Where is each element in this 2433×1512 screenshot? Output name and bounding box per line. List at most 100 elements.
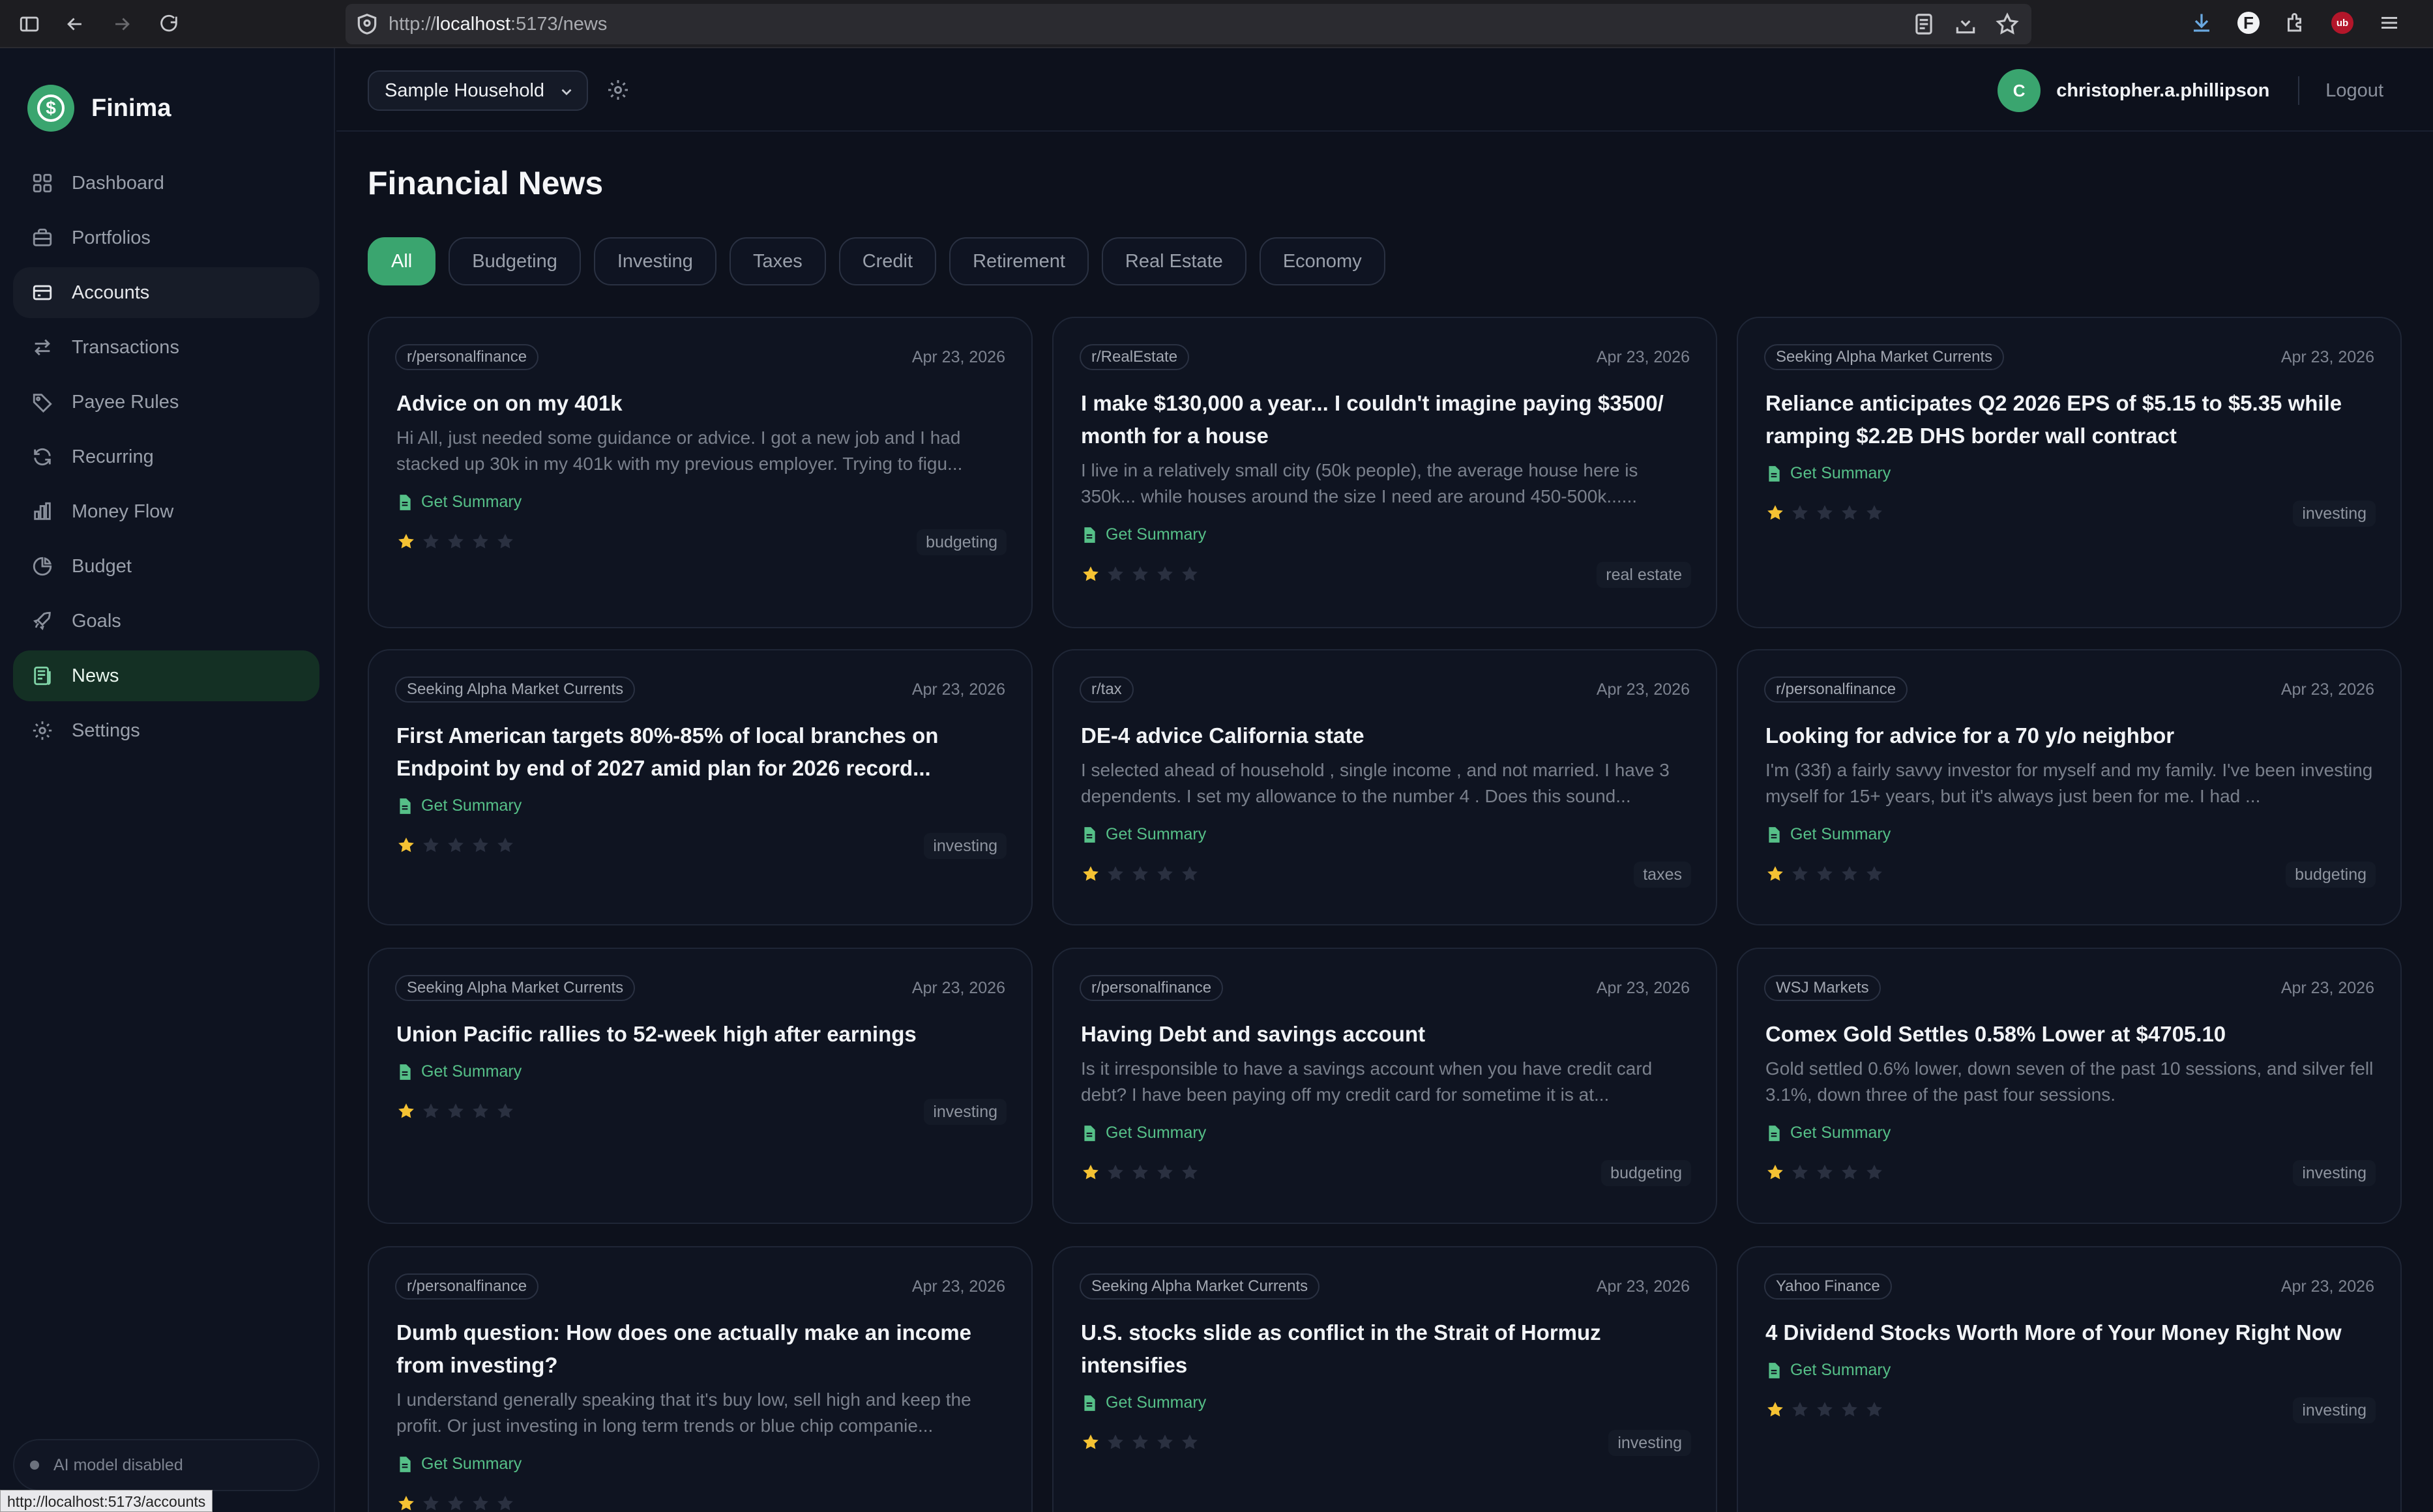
star-icon[interactable]: [421, 1494, 441, 1512]
star-icon[interactable]: [1106, 1432, 1125, 1452]
star-icon[interactable]: [1081, 564, 1100, 584]
star-icon[interactable]: [495, 836, 515, 855]
filter-real-estate[interactable]: Real Estate: [1101, 237, 1246, 285]
article-title[interactable]: DE-4 advice California state: [1081, 720, 1694, 752]
article-title[interactable]: Reliance anticipates Q2 2026 EPS of $5.1…: [1765, 387, 2378, 452]
star-icon[interactable]: [446, 1494, 465, 1512]
sidebar-item-portfolios[interactable]: Portfolios: [13, 212, 319, 263]
star-icon[interactable]: [471, 1101, 490, 1121]
get-summary-button[interactable]: Get Summary: [398, 493, 522, 512]
ublock-icon[interactable]: ub: [2331, 12, 2353, 34]
sidebar-item-recurring[interactable]: Recurring: [13, 431, 319, 482]
article-title[interactable]: Looking for advice for a 70 y/o neighbor: [1765, 720, 2378, 752]
star-icon[interactable]: [1840, 1163, 1859, 1182]
star-icon[interactable]: [1155, 564, 1175, 584]
star-icon[interactable]: [1081, 864, 1100, 884]
star-icon[interactable]: [1155, 1163, 1175, 1182]
reader-view-icon[interactable]: [1911, 12, 1936, 40]
get-summary-button[interactable]: Get Summary: [1082, 1124, 1206, 1142]
news-card[interactable]: Yahoo Finance Apr 23, 2026 4 Dividend Stoc…: [1737, 1246, 2402, 1512]
star-icon[interactable]: [471, 532, 490, 551]
star-icon[interactable]: [446, 1101, 465, 1121]
star-icon[interactable]: [1840, 1400, 1859, 1419]
article-title[interactable]: Comex Gold Settles 0.58% Lower at $4705.…: [1765, 1018, 2378, 1051]
download-icon[interactable]: [2188, 9, 2215, 36]
sidebar-item-settings[interactable]: Settings: [13, 705, 319, 756]
filter-economy[interactable]: Economy: [1259, 237, 1385, 285]
star-icon[interactable]: [421, 532, 441, 551]
star-icon[interactable]: [1180, 864, 1200, 884]
get-summary-button[interactable]: Get Summary: [1767, 1124, 1891, 1142]
article-title[interactable]: I make $130,000 a year... I couldn't ima…: [1081, 387, 1694, 452]
back-icon[interactable]: [60, 9, 90, 39]
star-icon[interactable]: [446, 532, 465, 551]
get-summary-button[interactable]: Get Summary: [1767, 1361, 1891, 1380]
article-title[interactable]: Dumb question: How does one actually mak…: [396, 1316, 1009, 1382]
extensions-puzzle-icon[interactable]: [2282, 9, 2309, 36]
get-summary-button[interactable]: Get Summary: [1082, 825, 1206, 844]
star-icon[interactable]: [495, 1494, 515, 1512]
news-card[interactable]: r/tax Apr 23, 2026 DE-4 advice California …: [1052, 649, 1717, 925]
sidebar-toggle-icon[interactable]: [14, 9, 44, 39]
star-icon[interactable]: [1765, 864, 1785, 884]
star-icon[interactable]: [471, 836, 490, 855]
get-summary-button[interactable]: Get Summary: [1082, 1393, 1206, 1412]
news-card[interactable]: r/personalfinance Apr 23, 2026 Having Debt…: [1052, 948, 1717, 1224]
news-card[interactable]: WSJ Markets Apr 23, 2026 Comex Gold Settle…: [1737, 948, 2402, 1224]
article-title[interactable]: U.S. stocks slide as conflict in the Str…: [1081, 1316, 1694, 1382]
news-card[interactable]: Seeking Alpha Market Currents Apr 23, 202…: [1737, 317, 2402, 628]
star-icon[interactable]: [1815, 864, 1835, 884]
star-icon[interactable]: [421, 836, 441, 855]
star-icon[interactable]: [1790, 503, 1810, 523]
star-icon[interactable]: [1865, 503, 1884, 523]
star-icon[interactable]: [1865, 1163, 1884, 1182]
star-icon[interactable]: [396, 836, 416, 855]
get-summary-button[interactable]: Get Summary: [398, 1455, 522, 1474]
address-bar[interactable]: http://localhost:5173/news: [346, 4, 2031, 44]
url-text[interactable]: http://localhost:5173/news: [389, 14, 607, 35]
avatar[interactable]: C: [1998, 69, 2041, 112]
star-icon[interactable]: [1790, 864, 1810, 884]
article-title[interactable]: Having Debt and savings account: [1081, 1018, 1694, 1051]
household-select[interactable]: Sample Household: [368, 70, 588, 111]
star-icon[interactable]: [396, 1101, 416, 1121]
star-icon[interactable]: [1765, 1400, 1785, 1419]
get-summary-button[interactable]: Get Summary: [1767, 464, 1891, 483]
extension-f-icon[interactable]: F: [2237, 12, 2260, 34]
star-icon[interactable]: [1180, 564, 1200, 584]
star-icon[interactable]: [1865, 1400, 1884, 1419]
get-summary-button[interactable]: Get Summary: [1767, 825, 1891, 844]
reload-icon[interactable]: [154, 9, 184, 39]
get-summary-button[interactable]: Get Summary: [1082, 525, 1206, 544]
bookmark-star-icon[interactable]: [1995, 12, 2020, 40]
star-icon[interactable]: [1106, 864, 1125, 884]
star-icon[interactable]: [1840, 864, 1859, 884]
star-icon[interactable]: [1840, 503, 1859, 523]
star-icon[interactable]: [1180, 1432, 1200, 1452]
star-icon[interactable]: [446, 836, 465, 855]
star-icon[interactable]: [1130, 1432, 1150, 1452]
sidebar-item-budget[interactable]: Budget: [13, 541, 319, 592]
forward-icon[interactable]: [107, 9, 137, 39]
sidebar-item-payee-rules[interactable]: Payee Rules: [13, 377, 319, 428]
news-card[interactable]: Seeking Alpha Market Currents Apr 23, 202…: [368, 649, 1033, 925]
article-title[interactable]: 4 Dividend Stocks Worth More of Your Mon…: [1765, 1316, 2378, 1349]
star-icon[interactable]: [1865, 864, 1884, 884]
sidebar-item-transactions[interactable]: Transactions: [13, 322, 319, 373]
star-icon[interactable]: [1130, 564, 1150, 584]
star-icon[interactable]: [1155, 1432, 1175, 1452]
star-icon[interactable]: [1106, 1163, 1125, 1182]
star-icon[interactable]: [1815, 1163, 1835, 1182]
star-icon[interactable]: [1790, 1163, 1810, 1182]
sidebar-item-dashboard[interactable]: Dashboard: [13, 158, 319, 209]
star-icon[interactable]: [495, 1101, 515, 1121]
star-icon[interactable]: [1106, 564, 1125, 584]
sidebar-item-accounts[interactable]: Accounts: [13, 267, 319, 318]
shield-icon[interactable]: [355, 12, 379, 36]
get-summary-button[interactable]: Get Summary: [398, 1062, 522, 1081]
filter-investing[interactable]: Investing: [593, 237, 716, 285]
article-title[interactable]: Advice on on my 401k: [396, 387, 1009, 420]
brand[interactable]: $ Finima: [27, 85, 171, 132]
star-icon[interactable]: [471, 1494, 490, 1512]
filter-taxes[interactable]: Taxes: [729, 237, 826, 285]
